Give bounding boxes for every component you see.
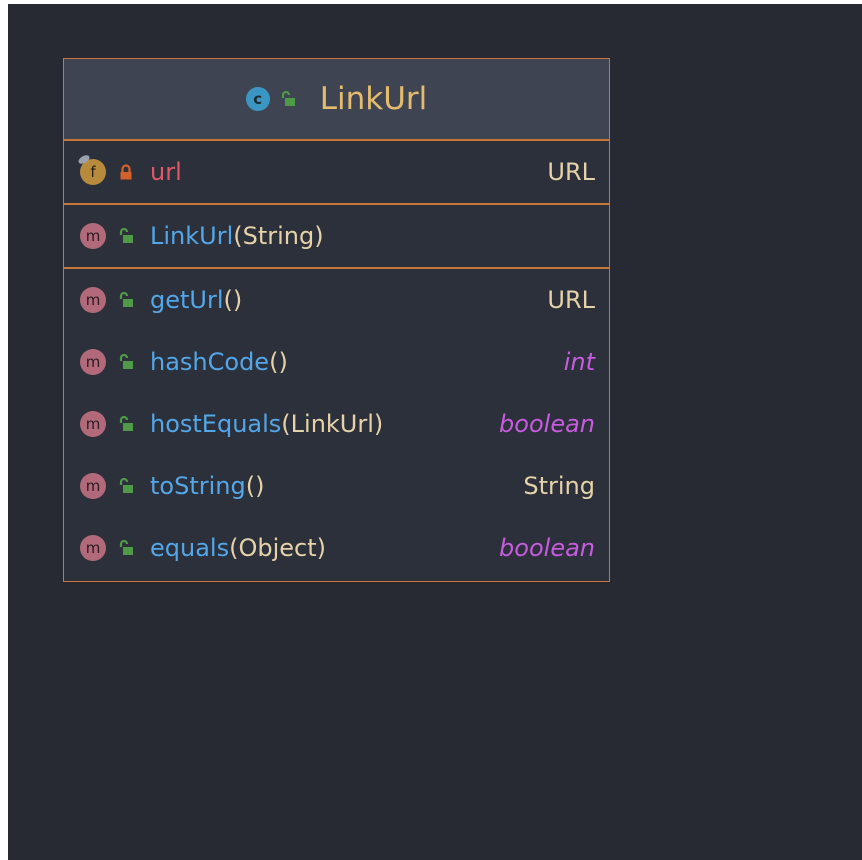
- class-icon: c: [245, 87, 270, 111]
- public-unlock-icon: [119, 416, 133, 431]
- method-row-hostEquals[interactable]: m hostEquals(LinkUrl) boolean: [64, 393, 609, 455]
- field-row-url[interactable]: f url URL: [64, 141, 609, 203]
- diagram-canvas: c LinkUrl f url URL m LinkUrl(String) m …: [8, 4, 862, 860]
- public-unlock-icon: [119, 292, 133, 307]
- method-icon: m: [80, 287, 106, 313]
- methods-section: m getUrl() URL m hashCode() int m hostEq…: [64, 269, 609, 579]
- method-return-type: boolean: [499, 410, 595, 438]
- public-unlock-icon: [119, 228, 133, 243]
- method-name: getUrl(): [150, 286, 243, 314]
- method-name: equals(Object): [150, 534, 326, 562]
- constructors-section: m LinkUrl(String): [64, 205, 609, 269]
- method-row-hashCode[interactable]: m hashCode() int: [64, 331, 609, 393]
- method-row-toString[interactable]: m toString() String: [64, 455, 609, 517]
- public-unlock-icon: [119, 540, 133, 555]
- class-name: LinkUrl: [319, 81, 428, 117]
- field-icon: f: [77, 153, 106, 185]
- method-return-type: URL: [547, 286, 595, 314]
- field-name: url: [150, 158, 182, 186]
- class-header: c LinkUrl: [64, 59, 609, 141]
- method-return-type: String: [523, 472, 595, 500]
- method-icon: m: [80, 473, 106, 499]
- field-type: URL: [547, 158, 595, 186]
- method-icon: m: [80, 535, 106, 561]
- method-icon: m: [80, 349, 106, 375]
- method-name: hostEquals(LinkUrl): [150, 410, 384, 438]
- method-name: toString(): [150, 472, 265, 500]
- method-name: hashCode(): [150, 348, 288, 376]
- public-unlock-icon: [119, 478, 133, 493]
- method-row-getUrl[interactable]: m getUrl() URL: [64, 269, 609, 331]
- private-lock-icon: [120, 164, 132, 180]
- constructor-name: LinkUrl(String): [150, 222, 324, 250]
- method-return-type: boolean: [499, 534, 595, 562]
- method-row-equals[interactable]: m equals(Object) boolean: [64, 517, 609, 579]
- fields-section: f url URL: [64, 141, 609, 205]
- method-icon: m: [80, 411, 106, 437]
- public-unlock-icon: [119, 354, 133, 369]
- method-icon: m: [80, 223, 106, 249]
- public-unlock-icon: [281, 91, 295, 106]
- constructor-row[interactable]: m LinkUrl(String): [64, 205, 609, 267]
- uml-class-box[interactable]: c LinkUrl f url URL m LinkUrl(String) m …: [63, 58, 610, 582]
- method-return-type: int: [563, 348, 595, 376]
